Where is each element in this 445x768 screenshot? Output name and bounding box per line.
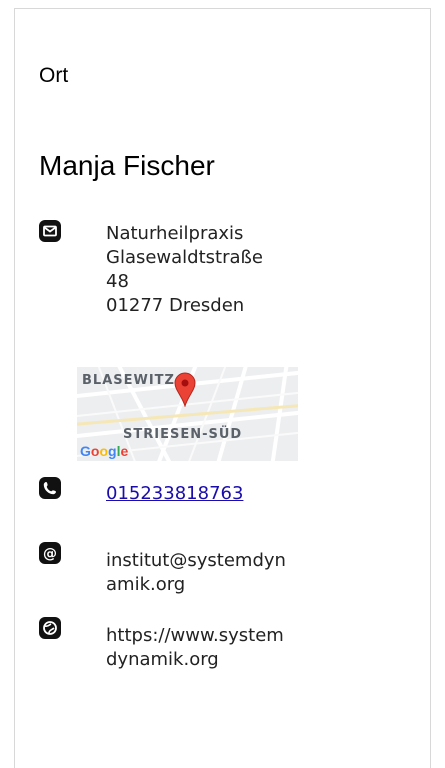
email-line[interactable]: institut@systemdyn: [106, 549, 286, 573]
google-logo: Google: [80, 443, 129, 459]
map-pin-icon: [174, 372, 196, 407]
globe-icon: [39, 617, 61, 639]
email-line[interactable]: amik.org: [106, 573, 286, 597]
address-line: Naturheilpraxis: [106, 223, 244, 244]
address-line: 48: [106, 271, 129, 292]
contact-name: Manja Fischer: [39, 150, 215, 181]
phone-link[interactable]: 015233818763: [106, 483, 243, 504]
website-block: https://www.system dynamik.org: [106, 624, 284, 672]
address-block: Naturheilpraxis Glasewaldtstraße 48 0127…: [106, 222, 263, 318]
map-label-district: BLASEWITZ: [82, 373, 175, 388]
email-block: institut@systemdyn amik.org: [106, 549, 286, 597]
website-line[interactable]: https://www.system: [106, 624, 284, 648]
map-thumbnail[interactable]: BLASEWITZ STRIESEN-SÜD Google: [77, 367, 298, 461]
phone-icon: [39, 477, 61, 499]
mail-icon: [39, 220, 61, 242]
svg-text:@: @: [43, 546, 57, 562]
address-line: 01277 Dresden: [106, 295, 245, 316]
address-line: Glasewaldtstraße: [106, 247, 263, 268]
section-title: Ort: [39, 64, 69, 87]
website-line[interactable]: dynamik.org: [106, 648, 284, 672]
at-icon: @: [39, 542, 61, 564]
map-label-district: STRIESEN-SÜD: [123, 427, 243, 442]
phone-block: 015233818763: [106, 482, 243, 506]
